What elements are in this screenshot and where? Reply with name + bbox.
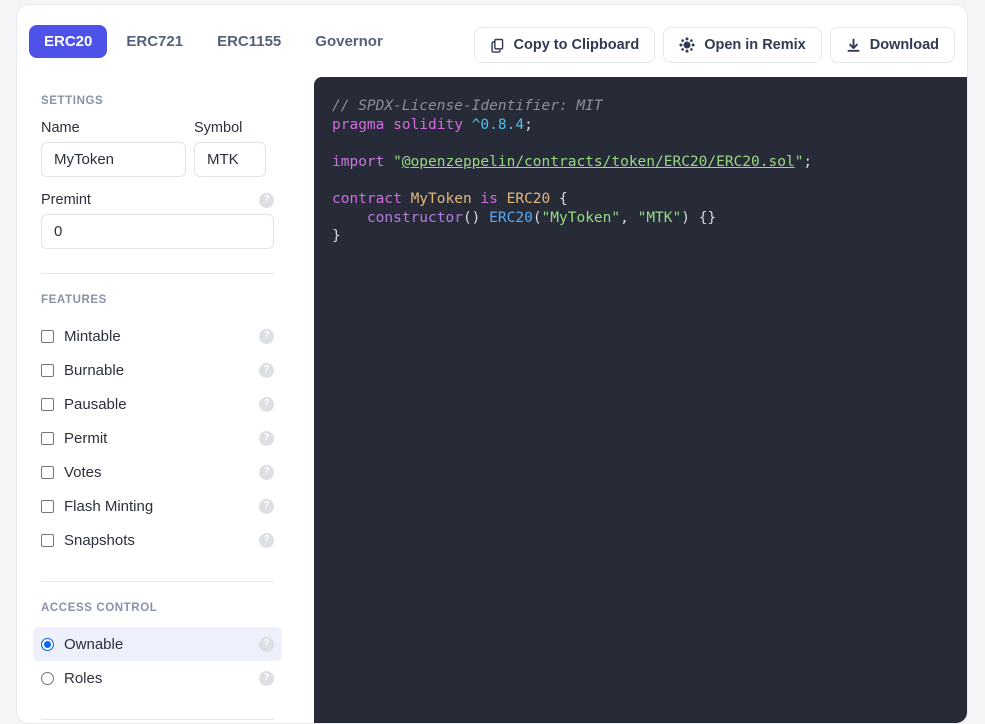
settings-sidebar: SETTINGS Name Symbol Premint ?: [25, 77, 290, 723]
snapshots-label: Snapshots: [64, 531, 135, 549]
code-arg-symbol: "MTK": [637, 209, 682, 226]
feature-mintable[interactable]: Mintable ?: [33, 319, 282, 353]
divider-access-bottom: [41, 719, 274, 720]
code-pragma-version: ^0.8.4: [471, 116, 525, 133]
features-section: FEATURES Mintable ? Burnable ? Pausable …: [41, 274, 274, 557]
access-control-roles[interactable]: Roles ?: [33, 661, 282, 695]
code-import-keyword: import: [332, 153, 394, 170]
open-in-remix-label: Open in Remix: [704, 37, 806, 53]
download-label: Download: [869, 37, 939, 53]
mintable-help-icon[interactable]: ?: [259, 328, 274, 344]
features-section-title: FEATURES: [41, 294, 107, 306]
solidity-source: // SPDX-License-Identifier: MIT pragma s…: [332, 97, 951, 246]
name-label: Name: [41, 120, 80, 136]
code-close-brace: }: [332, 228, 341, 245]
snapshots-help-icon[interactable]: ?: [259, 532, 274, 548]
votes-label: Votes: [64, 463, 102, 481]
code-arg-name: "MyToken": [541, 209, 621, 226]
contract-type-tabs: ERC20 ERC721 ERC1155 Governor: [29, 25, 398, 58]
ownable-label: Ownable: [64, 635, 124, 653]
app-container: ERC20 ERC721 ERC1155 Governor Copy to Cl…: [16, 4, 968, 724]
code-import-path-link[interactable]: @openzeppelin/contracts/token/ERC20/ERC2…: [402, 154, 795, 170]
code-paren-open: (: [532, 209, 542, 226]
flash-minting-checkbox[interactable]: [41, 499, 54, 513]
permit-label: Permit: [64, 429, 108, 447]
feature-burnable[interactable]: Burnable ?: [33, 353, 282, 387]
code-constructor-args: (): [462, 209, 490, 226]
symbol-field-group: Symbol: [194, 120, 266, 177]
premint-field-group: Premint ?: [41, 192, 274, 249]
code-contract-name: MyToken: [410, 190, 472, 207]
feature-pausable[interactable]: Pausable ?: [33, 387, 282, 421]
symbol-input[interactable]: [194, 142, 266, 177]
header: ERC20 ERC721 ERC1155 Governor Copy to Cl…: [17, 5, 967, 73]
code-open-brace: {: [550, 190, 568, 207]
feature-flash-minting[interactable]: Flash Minting ?: [33, 489, 282, 523]
permit-help-icon[interactable]: ?: [259, 430, 274, 446]
mintable-label: Mintable: [64, 327, 121, 345]
burnable-checkbox[interactable]: [41, 363, 54, 377]
code-pragma-keyword: pragma solidity: [332, 116, 472, 133]
download-icon: [846, 38, 861, 53]
symbol-label: Symbol: [194, 120, 243, 136]
votes-checkbox[interactable]: [41, 465, 54, 479]
tab-erc20[interactable]: ERC20: [29, 25, 108, 58]
premint-help-icon[interactable]: ?: [259, 192, 274, 208]
code-constructor-keyword: constructor: [366, 209, 463, 226]
code-pragma-semicolon: ;: [524, 116, 533, 133]
premint-label: Premint: [41, 192, 91, 208]
code-arg-separator: ,: [620, 209, 638, 226]
ownable-help-icon[interactable]: ?: [259, 636, 274, 652]
code-base-call: ERC20: [489, 209, 533, 226]
pausable-label: Pausable: [64, 395, 127, 413]
access-control-section-title: ACCESS CONTROL: [41, 602, 158, 614]
code-contract-keyword: contract: [332, 190, 411, 207]
access-control-section: ACCESS CONTROL Ownable ? Roles ?: [33, 582, 282, 695]
copy-to-clipboard-label: Copy to Clipboard: [513, 37, 640, 53]
name-symbol-row: Name Symbol: [41, 120, 274, 177]
flash-minting-help-icon[interactable]: ?: [259, 498, 274, 514]
burnable-label: Burnable: [64, 361, 125, 379]
remix-icon: [679, 37, 695, 53]
download-button[interactable]: Download: [829, 27, 955, 63]
code-import-semicolon: ;: [803, 153, 813, 170]
feature-votes[interactable]: Votes ?: [33, 455, 282, 489]
tab-erc721[interactable]: ERC721: [111, 25, 198, 58]
code-preview-panel[interactable]: // SPDX-License-Identifier: MIT pragma s…: [314, 77, 967, 723]
settings-section: SETTINGS Name Symbol Premint ?: [41, 77, 274, 249]
snapshots-checkbox[interactable]: [41, 533, 54, 547]
burnable-help-icon[interactable]: ?: [259, 362, 274, 378]
feature-permit[interactable]: Permit ?: [33, 421, 282, 455]
copy-icon: [490, 38, 505, 53]
premint-input[interactable]: [41, 214, 274, 249]
copy-to-clipboard-button[interactable]: Copy to Clipboard: [473, 27, 656, 63]
feature-snapshots[interactable]: Snapshots ?: [33, 523, 282, 557]
roles-radio[interactable]: [41, 671, 54, 685]
code-import-quote-open: ": [393, 153, 402, 170]
code-license-comment: // SPDX-License-Identifier: MIT: [332, 98, 603, 114]
ownable-radio[interactable]: [41, 637, 54, 651]
roles-help-icon[interactable]: ?: [259, 670, 274, 686]
name-input[interactable]: [41, 142, 186, 177]
header-actions: Copy to Clipboard Open in Remix Download: [473, 27, 955, 63]
mintable-checkbox[interactable]: [41, 329, 54, 343]
roles-label: Roles: [64, 669, 103, 687]
permit-checkbox[interactable]: [41, 431, 54, 445]
code-is-keyword: is: [471, 190, 507, 207]
name-field-group: Name: [41, 120, 186, 177]
flash-minting-label: Flash Minting: [64, 497, 154, 515]
tab-governor[interactable]: Governor: [300, 25, 398, 58]
pausable-help-icon[interactable]: ?: [259, 396, 274, 412]
access-control-ownable[interactable]: Ownable ?: [33, 627, 282, 661]
open-in-remix-button[interactable]: Open in Remix: [663, 27, 822, 63]
tab-erc1155[interactable]: ERC1155: [202, 25, 296, 58]
votes-help-icon[interactable]: ?: [259, 464, 274, 480]
pausable-checkbox[interactable]: [41, 397, 54, 411]
settings-section-title: SETTINGS: [41, 95, 104, 107]
code-base-contract: ERC20: [506, 190, 551, 207]
code-paren-close: ) {}: [681, 209, 717, 226]
